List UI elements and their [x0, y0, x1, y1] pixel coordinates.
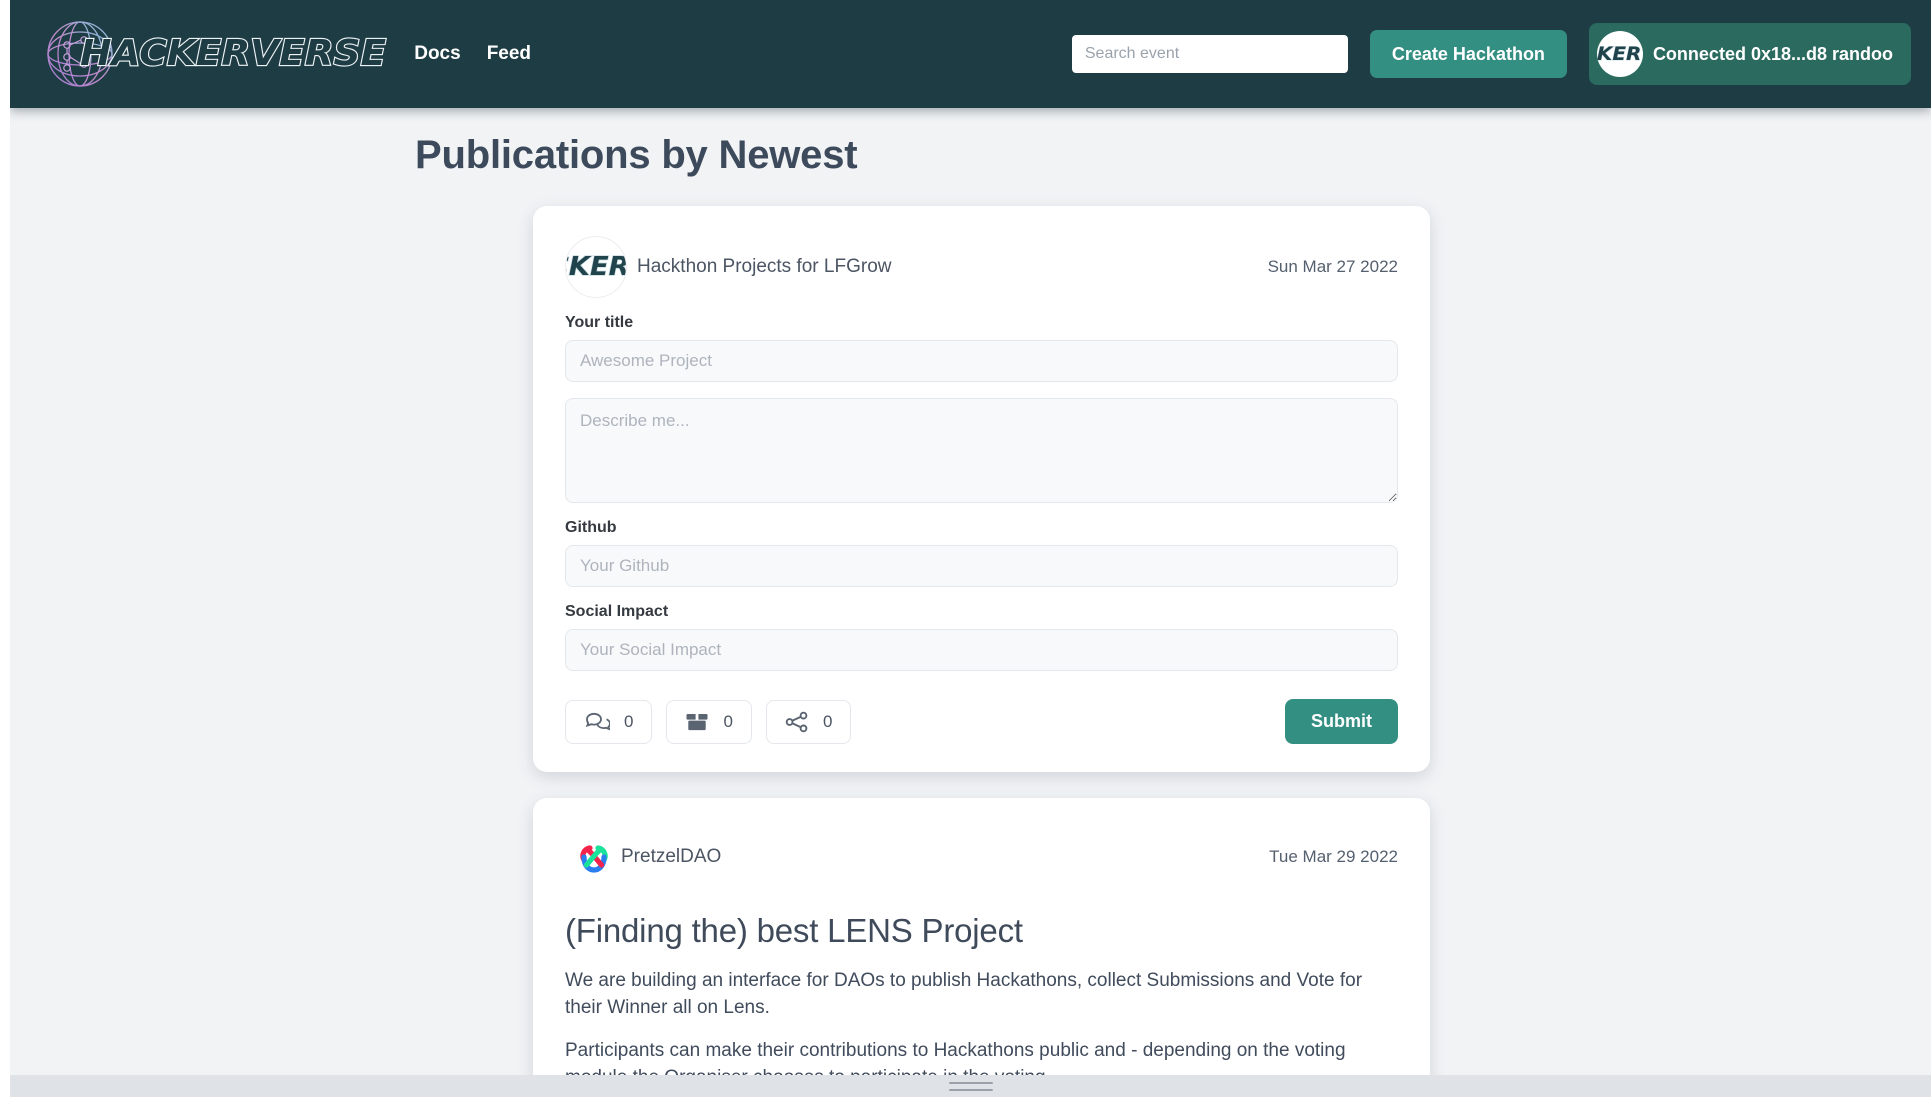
publication-card-submission: CKERV Hackthon Projects for LFGrow Sun M… [533, 206, 1430, 772]
collect-button[interactable]: 0 [666, 699, 752, 744]
browser-viewport: HACKERVERSE Docs Feed Create Hackathon C… [10, 0, 1931, 1097]
github-field-label: Github [565, 519, 617, 536]
comments-button[interactable]: 0 [565, 699, 653, 744]
collect-box-icon [685, 711, 709, 733]
social-impact-input[interactable] [565, 629, 1398, 671]
nav-item-feed[interactable]: Feed [487, 43, 531, 65]
pretzel-dao-avatar [577, 840, 611, 874]
wallet-avatar: CKERV [1596, 31, 1643, 77]
share-button[interactable]: 0 [765, 699, 852, 744]
description-textarea[interactable] [565, 398, 1398, 503]
wallet-label: Connected 0x18...d8 randoo [1652, 43, 1893, 64]
publications-feed: CKERV Hackthon Projects for LFGrow Sun M… [533, 206, 1430, 1097]
social-impact-field-label: Social Impact [565, 603, 669, 620]
card-actions: 0 0 0 Submit [565, 699, 1398, 744]
collect-count: 0 [723, 711, 733, 731]
window-resize-bar[interactable] [10, 1075, 1931, 1097]
page-content: Publications by Newest CKERV Hackthon Pr… [10, 108, 1931, 1097]
author-name: PretzelDAO [621, 846, 722, 867]
title-field-label: Your title [565, 314, 634, 331]
author-name: Hackthon Projects for LFGrow [637, 256, 892, 277]
post-paragraph-1: We are building an interface for DAOs to… [565, 970, 1363, 1018]
share-nodes-icon [785, 711, 809, 733]
avatar: CKERV [565, 236, 627, 298]
create-hackathon-button[interactable]: Create Hackathon [1369, 30, 1567, 78]
nav-item-docs[interactable]: Docs [414, 43, 460, 65]
comments-count: 0 [624, 711, 634, 731]
drag-handle-icon [948, 1081, 993, 1091]
wallet-connected-button[interactable]: CKERV Connected 0x18...d8 randoo [1588, 23, 1911, 85]
site-header: HACKERVERSE Docs Feed Create Hackathon C… [10, 0, 1931, 108]
publication-card-post: PretzelDAO Tue Mar 29 2022 (Finding the)… [533, 798, 1430, 1097]
post-title: (Finding the) best LENS Project [565, 912, 1023, 949]
comments-icon [584, 711, 610, 733]
search-input[interactable] [1071, 35, 1348, 73]
card-header: CKERV Hackthon Projects for LFGrow Sun M… [565, 236, 1398, 298]
header-actions: Create Hackathon CKERV Connected 0x18...… [1071, 23, 1911, 85]
share-count: 0 [822, 711, 833, 731]
page-title: Publications by Newest [415, 133, 858, 177]
brand-logo[interactable]: HACKERVERSE [38, 0, 387, 108]
github-input[interactable] [565, 545, 1398, 587]
post-date: Sun Mar 27 2022 [1267, 257, 1398, 276]
brand-wordmark: HACKERVERSE [79, 33, 387, 74]
title-input[interactable] [565, 340, 1398, 382]
primary-nav: Docs Feed [414, 43, 531, 65]
submit-button[interactable]: Submit [1285, 699, 1398, 744]
post-date: Tue Mar 29 2022 [1269, 847, 1398, 866]
window-left-edge [0, 0, 10, 1097]
card-header: PretzelDAO Tue Mar 29 2022 [565, 828, 1398, 886]
